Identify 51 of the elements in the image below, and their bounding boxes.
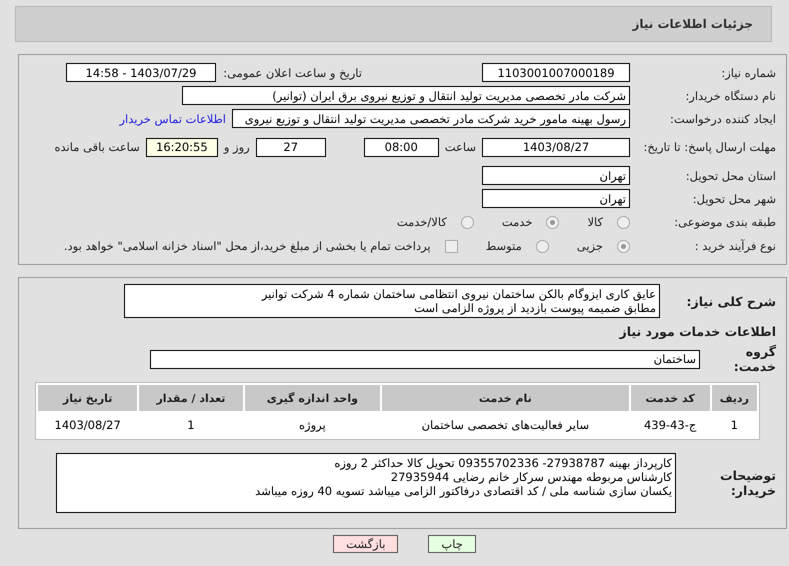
radio-button[interactable] <box>536 240 549 252</box>
input-field[interactable]: 1403/08/27 <box>482 138 630 156</box>
input-field[interactable]: 1103001007000189 <box>482 63 630 82</box>
field-label: ساعت باقی مانده <box>54 140 140 154</box>
field-label: کالا <box>587 215 603 229</box>
field-label: نوع فرآیند خرید : <box>694 239 777 253</box>
field-label: ساعت <box>444 140 476 154</box>
column-header: تعداد / مقدار <box>139 385 243 411</box>
column-header: واحد اندازه گیری <box>244 385 380 411</box>
column-header: نام خدمت <box>382 385 629 411</box>
column-header: ردیف <box>712 385 757 411</box>
notes-box[interactable]: کارپرداز بهینه 27938787- 09355702336 تحویل کالا حداکثر 2 روزه کارشناس مربوطه مهندس سرکار خانم رضایی 27935944 یکسان سازی شناسه ملی / کد اقتصادی درفاکتور الزامی میباشد تسویه 40 روزه میباشد <box>56 453 676 513</box>
print-button[interactable]: چاپ <box>428 535 476 553</box>
input-field[interactable]: 16:20:55 <box>146 138 218 156</box>
field-label: ایجاد کننده درخواست: <box>669 112 777 126</box>
input-field[interactable]: 27 <box>256 138 326 156</box>
field-label: جزیی <box>576 239 603 253</box>
field-label: خدمت <box>502 215 532 229</box>
field-label: مهلت ارسال پاسخ: تا تاریخ: <box>642 140 777 154</box>
column-header: کد خدمت <box>630 385 710 411</box>
description-box[interactable]: عایق کاری ایزوگام بالکن ساختمان نیروی انتظامی ساختمان شماره 4 شرکت توانیر مطابق ضمیمه پیوست بازدید از پروژه الزامی است <box>124 284 660 318</box>
column-header: تاریخ نیاز <box>38 385 138 411</box>
page-title: جزئیات اطلاعات نیاز <box>632 17 753 31</box>
field-label: نام دستگاه خریدار: <box>684 88 777 102</box>
field-label: شهر محل تحویل: <box>692 192 777 206</box>
field-label: اطلاعات خدمات مورد نیاز <box>618 324 777 338</box>
input-field[interactable]: تهران <box>482 166 630 185</box>
field-label: طبقه بندی موضوعی: <box>673 215 777 229</box>
back-button[interactable]: بازگشت <box>333 535 398 553</box>
input-field[interactable]: 1403/07/29 - 14:58 <box>66 63 216 82</box>
input-field[interactable]: ساختمان <box>150 350 700 368</box>
field-label: شرح کلی نیاز: <box>686 294 777 308</box>
radio-button[interactable] <box>460 216 474 228</box>
field-label: متوسط <box>486 239 522 253</box>
field-label: روز و <box>224 140 250 154</box>
field-label: کالا/خدمت <box>396 215 447 229</box>
input-field[interactable]: شرکت مادر تخصصی مدیریت تولید انتقال و توزیع نیروی برق ایران (توانیر) <box>182 86 630 105</box>
radio-button[interactable] <box>617 216 630 228</box>
field-label: توضیحات خریدار: <box>719 468 777 498</box>
contact-link[interactable]: اطلاعات تماس خریدار <box>119 112 226 126</box>
input-field[interactable]: 08:00 <box>364 138 439 156</box>
checkbox[interactable] <box>444 240 458 252</box>
field-label: شماره نیاز: <box>720 66 777 80</box>
radio-button[interactable] <box>546 216 560 228</box>
input-field[interactable]: تهران <box>482 189 630 208</box>
field-label: استان محل تحویل: <box>684 168 777 182</box>
field-label: پرداخت تمام یا بخشی از مبلغ خرید،از محل "اسناد خزانه اسلامی" خواهد بود. <box>64 239 431 253</box>
radio-button[interactable] <box>617 240 630 252</box>
field-label: گروه خدمت: <box>732 344 777 374</box>
field-label: تاریخ و ساعت اعلان عمومی: <box>222 66 363 80</box>
input-field[interactable]: رسول بهینه مامور خرید شرکت مادر تخصصی مدیریت تولید انتقال و توزیع نیروی <box>232 109 630 128</box>
